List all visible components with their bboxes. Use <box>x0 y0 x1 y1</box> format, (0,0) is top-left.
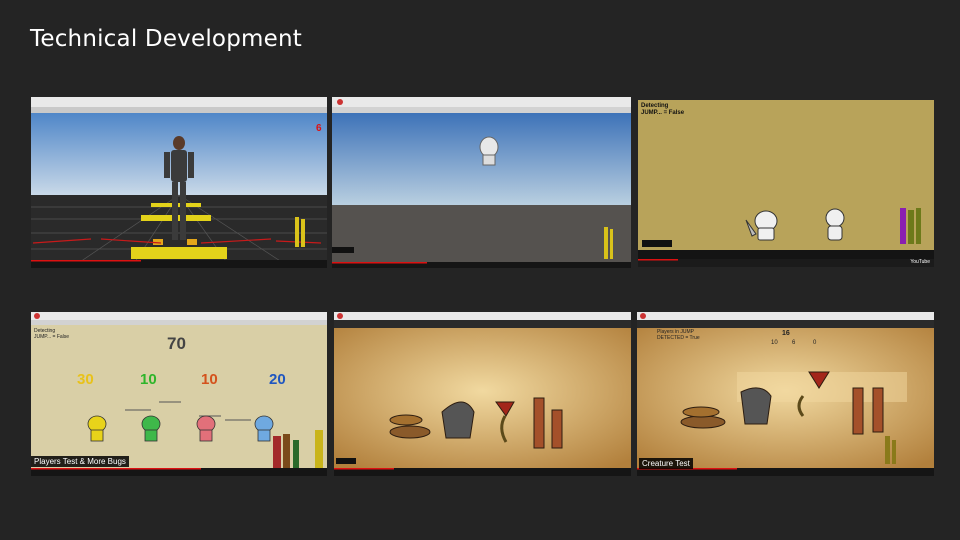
score-total: 70 <box>167 334 186 353</box>
score-yellow: 30 <box>77 371 94 388</box>
hud-number: 6 <box>316 123 322 134</box>
knight-sky-scene <box>332 97 631 268</box>
video-thumbnail-detecting-jump[interactable]: Detecting JUMP... = False YouTube <box>638 100 934 267</box>
score-green: 10 <box>140 371 157 388</box>
score-c: 0 <box>813 340 817 346</box>
video-thumbnail-players-test[interactable]: Detecting JUMP... = False 70 30 10 10 20… <box>31 312 327 476</box>
score-b: 6 <box>792 340 796 346</box>
score-blue: 20 <box>269 371 286 388</box>
youtube-watermark: YouTube <box>910 259 930 265</box>
hud-jump-status: JUMP... = False <box>34 334 70 340</box>
video-thumbnail-parchment-creatures[interactable] <box>334 312 631 476</box>
video-thumbnail-creature-test[interactable]: Players in JUMP DETECTED = True 16 10 6 … <box>637 312 934 476</box>
hud-detected-status: DETECTED = True <box>657 335 700 341</box>
character-grid-scene <box>31 97 327 268</box>
detecting-jump-scene <box>638 100 934 267</box>
hud-detecting: Detecting <box>641 103 669 109</box>
hud-jump-status: JUMP... = False <box>641 110 685 116</box>
score-a: 10 <box>771 340 778 346</box>
video-caption: Players Test & More Bugs <box>31 456 129 467</box>
video-caption: Creature Test <box>639 458 693 469</box>
page-title: Technical Development <box>30 26 302 52</box>
score-top: 16 <box>782 330 790 337</box>
video-thumbnail-knight-sky[interactable] <box>332 97 631 268</box>
parchment-creatures-scene <box>334 312 631 476</box>
video-thumbnail-character-grid[interactable]: 6 <box>31 97 327 268</box>
score-orange: 10 <box>201 371 218 388</box>
